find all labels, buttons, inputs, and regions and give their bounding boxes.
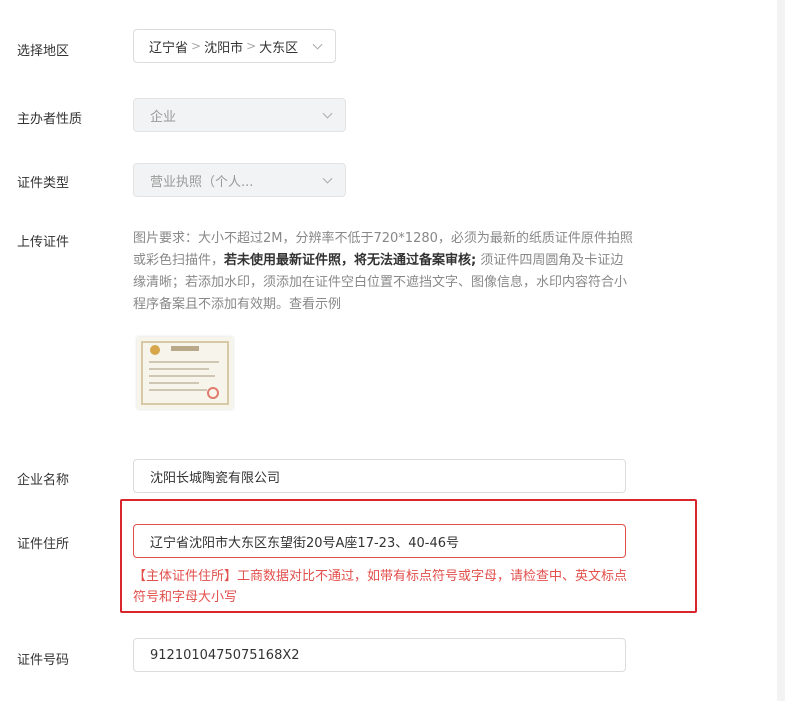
cert-address-value: 辽宁省沈阳市大东区东望街20号A座17-23、40-46号: [150, 535, 459, 551]
cert-address-label: 证件住所: [17, 537, 70, 552]
organizer-nature-value: 企业: [150, 109, 177, 125]
cert-number-value: 9121010475075168X2: [150, 647, 300, 663]
region-label: 选择地区: [17, 44, 70, 59]
upload-hint: 图片要求：大小不超过2M，分辨率不低于720*1280，必须为最新的纸质证件原件…: [133, 228, 633, 316]
cert-type-label: 证件类型: [17, 176, 70, 191]
cert-type-value: 营业执照（个人...: [150, 174, 254, 190]
district-value: 大东区: [259, 40, 299, 56]
company-name-label: 企业名称: [17, 473, 70, 488]
hint-warning: 若未使用最新证件照，将无法通过备案审核;: [224, 253, 477, 268]
chevron-down-icon: [312, 39, 323, 50]
view-example-link[interactable]: 查看示例: [289, 297, 341, 312]
cert-address-input[interactable]: 辽宁省沈阳市大东区东望街20号A座17-23、40-46号: [133, 524, 626, 558]
company-name-input[interactable]: 沈阳长城陶瓷有限公司: [133, 459, 626, 493]
cert-number-label: 证件号码: [17, 653, 70, 668]
separator: >: [191, 39, 202, 53]
region-cascader[interactable]: 辽宁省 > 沈阳市 > 大东区: [133, 29, 336, 63]
city-value: 沈阳市: [204, 40, 244, 56]
chevron-down-icon: [322, 108, 333, 119]
province-value: 辽宁省: [149, 40, 189, 56]
company-name-value: 沈阳长城陶瓷有限公司: [150, 470, 281, 486]
cert-address-error: 【主体证件住所】工商数据对比不通过，如带有标点符号或字母，请检查中、英文标点符号…: [133, 569, 628, 605]
organizer-nature-label: 主办者性质: [17, 112, 83, 127]
scrollbar[interactable]: [777, 0, 785, 701]
seal-icon: [207, 387, 219, 399]
cert-number-input[interactable]: 9121010475075168X2: [133, 638, 626, 672]
chevron-down-icon: [322, 173, 333, 184]
upload-label: 上传证件: [17, 235, 70, 250]
separator: >: [246, 39, 257, 53]
license-sample-image[interactable]: [137, 337, 233, 409]
organizer-nature-select[interactable]: 企业: [133, 98, 346, 132]
cert-type-select[interactable]: 营业执照（个人...: [133, 163, 346, 197]
